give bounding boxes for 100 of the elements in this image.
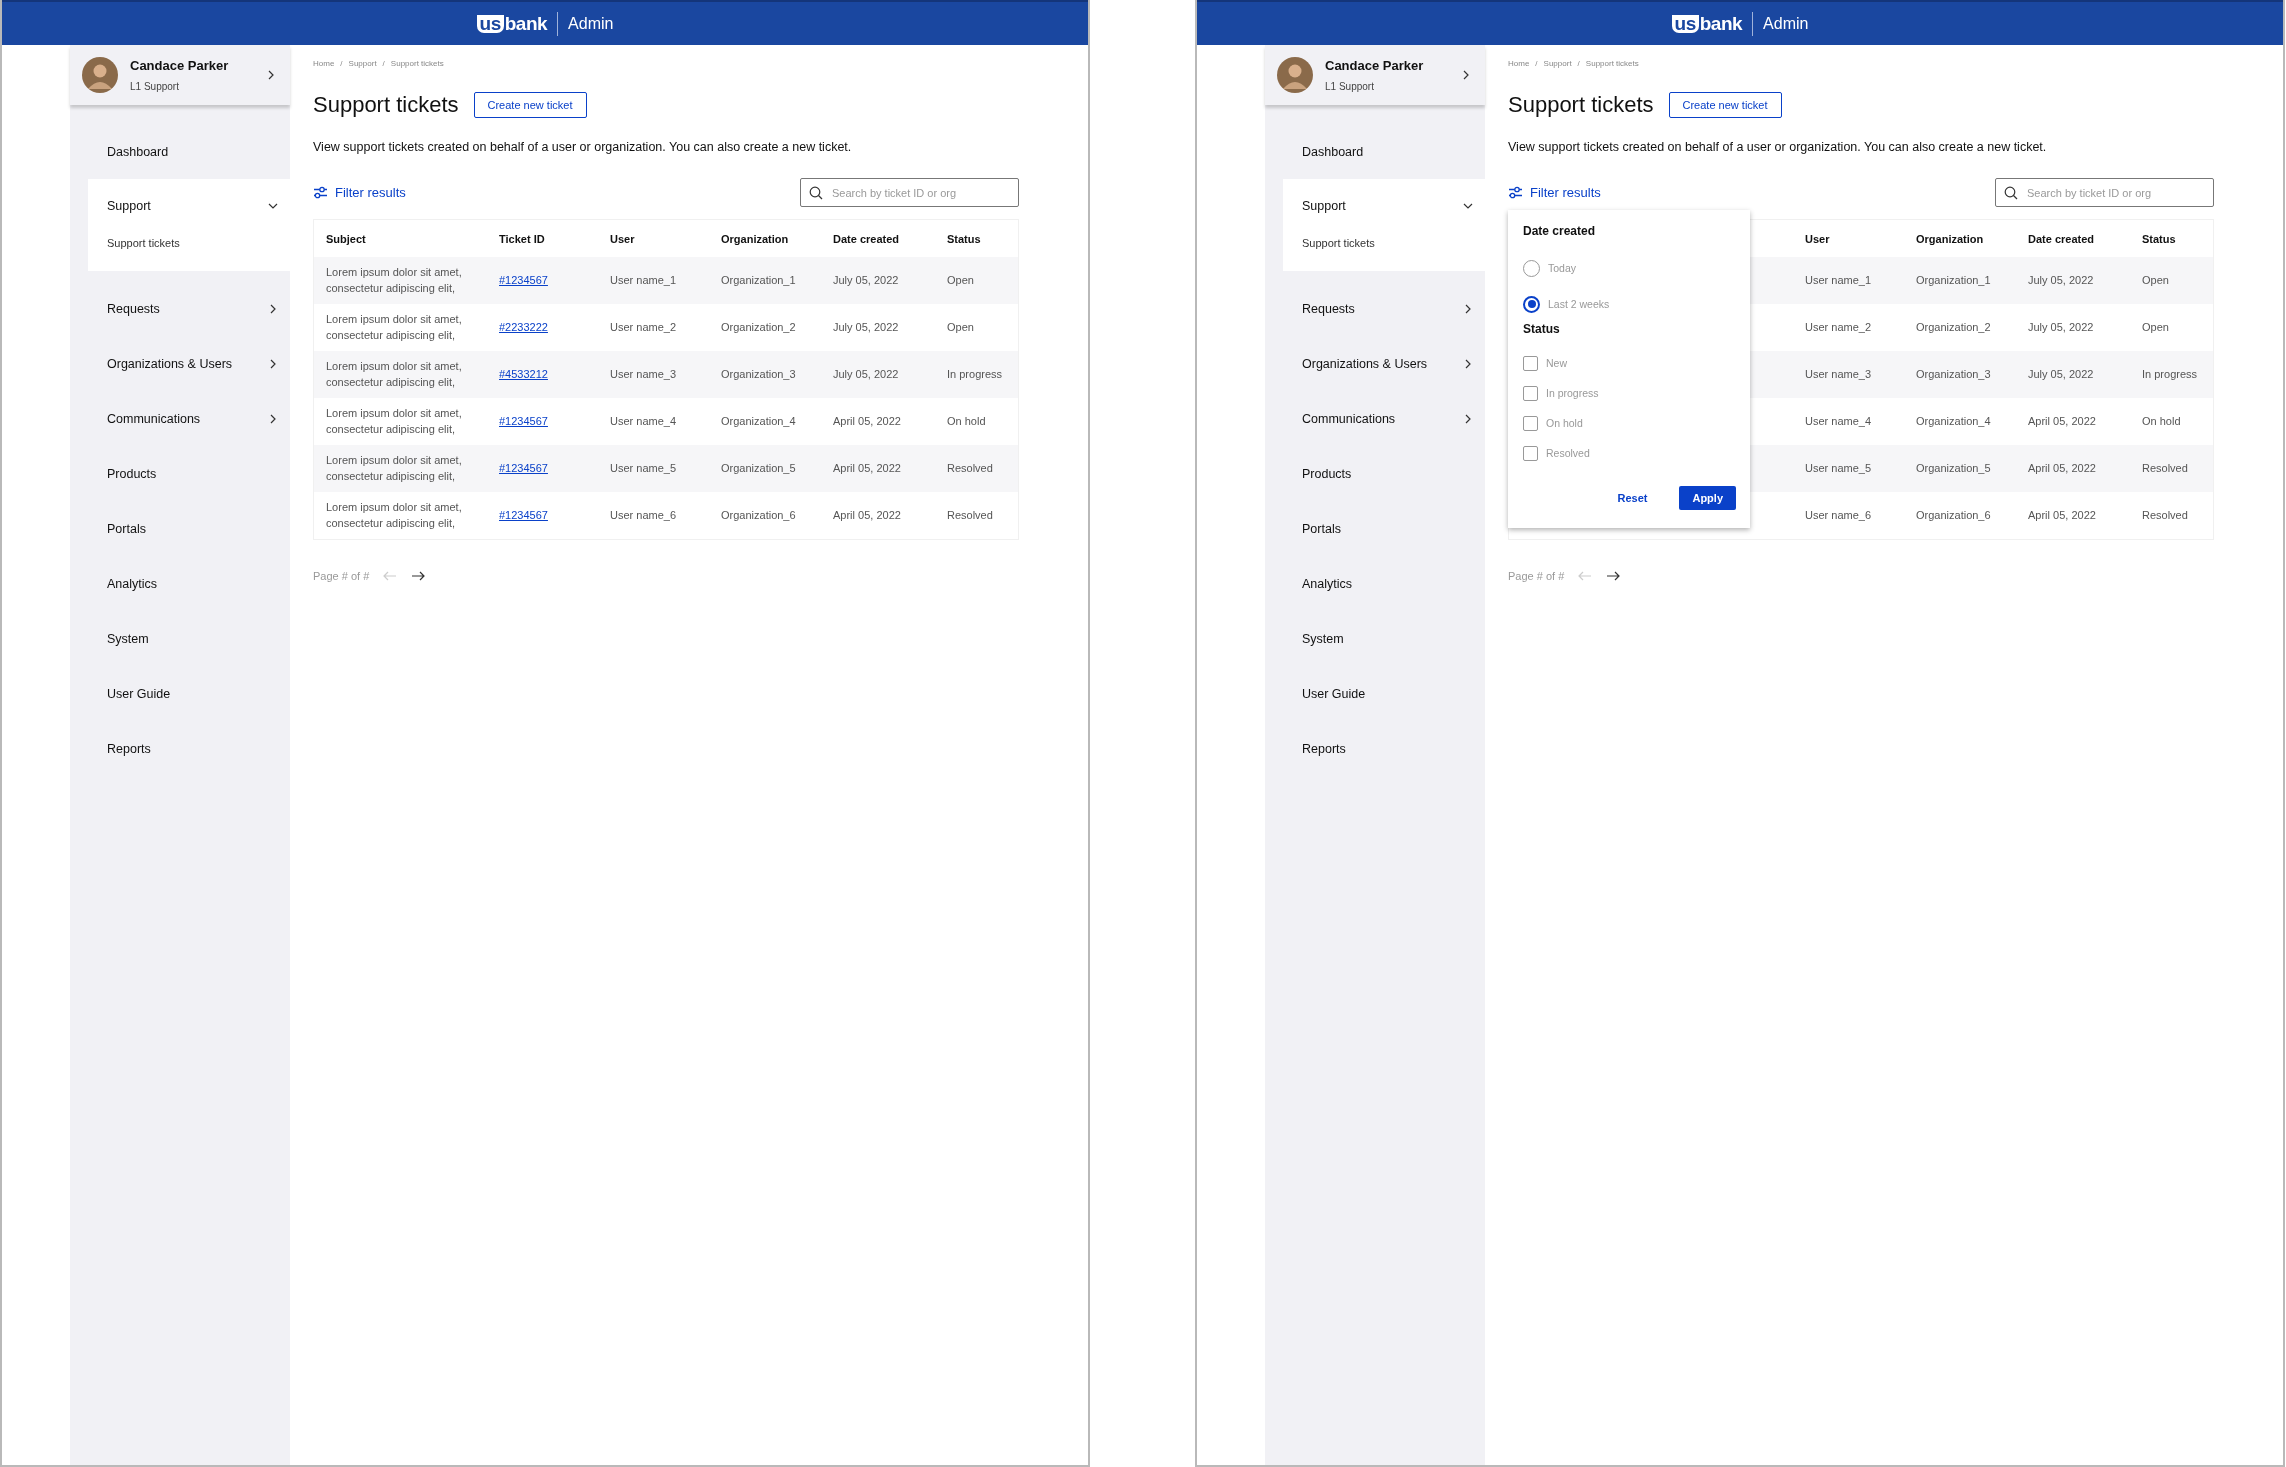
sliders-icon	[313, 186, 328, 199]
nav-item[interactable]: System	[70, 611, 290, 666]
table-cell-text: April 05, 2022	[2028, 507, 2096, 523]
nav-item[interactable]: Reports	[70, 721, 290, 776]
nav-item[interactable]: Support	[107, 199, 278, 213]
breadcrumb-separator: /	[382, 59, 385, 68]
profile-role: L1 Support	[1325, 81, 1375, 92]
create-ticket-button[interactable]: Create new ticket	[473, 92, 587, 118]
column-header: Date created	[832, 231, 901, 247]
column-header: Status	[2141, 231, 2177, 247]
breadcrumb-item[interactable]: Home	[313, 59, 335, 68]
option-label: Resolved	[1546, 447, 1590, 459]
nav-item[interactable]: System	[1265, 611, 1485, 666]
chevron-right-icon	[1463, 413, 1473, 424]
logo[interactable]: us bank	[1671, 12, 1743, 35]
nav-item[interactable]: Analytics	[1265, 556, 1485, 611]
apply-button[interactable]: Apply	[1679, 486, 1736, 510]
table-cell-text: Organization_5	[721, 460, 796, 476]
nav-item[interactable]: Dashboard	[1265, 124, 1485, 179]
table-cell-text: April 05, 2022	[833, 413, 901, 429]
ticket-id-link[interactable]: #1234567	[499, 272, 548, 289]
profile-card[interactable]: Candace Parker L1 Support	[1265, 45, 1485, 105]
table-cell-text: Lorem ipsum dolor sit amet, consectetur adipiscing elit,	[326, 311, 463, 343]
logo[interactable]: us bank	[476, 12, 548, 35]
table-cell-text: Organization_5	[1916, 460, 1991, 476]
nav-subitem[interactable]: Support tickets	[1302, 237, 1473, 249]
nav-item[interactable]: Support	[1302, 199, 1473, 213]
page-description: View support tickets created on behalf of a user or organization. You can also create a new ticket.	[1508, 140, 2048, 154]
profile-role: L1 Support	[130, 81, 180, 92]
search-field[interactable]: Search by ticket ID or org	[1995, 178, 2214, 207]
table-cell-text: April 05, 2022	[2028, 460, 2096, 476]
nav-item[interactable]: Communications	[70, 391, 290, 446]
nav-item[interactable]: Portals	[1265, 501, 1485, 556]
table-cell-text: April 05, 2022	[833, 507, 901, 523]
nav-item[interactable]: Communications	[1265, 391, 1485, 446]
nav-item[interactable]: Reports	[1265, 721, 1485, 776]
column-header: Ticket ID	[498, 231, 546, 247]
checkbox[interactable]	[1523, 385, 1538, 401]
breadcrumb-item[interactable]: Support tickets	[390, 59, 444, 68]
avatar-icon	[1277, 57, 1313, 93]
nav-item[interactable]: Organizations & Users	[1265, 336, 1485, 391]
table-cell-text: In progress	[2142, 366, 2198, 382]
chevron-right-icon	[268, 303, 278, 314]
nav-item[interactable]: Dashboard	[70, 124, 290, 179]
table-cell-text: Organization_2	[1916, 319, 1991, 335]
breadcrumb-item[interactable]: Support	[348, 59, 377, 68]
search-icon	[2004, 186, 2018, 200]
app-title: Admin	[1763, 14, 1809, 33]
ticket-id-link[interactable]: #4533212	[499, 366, 548, 383]
breadcrumb-item[interactable]: Support	[1543, 59, 1572, 68]
table-cell-text: User name_6	[1805, 507, 1872, 523]
nav-item[interactable]: User Guide	[70, 666, 290, 721]
table-cell-text: User name_5	[1805, 460, 1872, 476]
sliders-icon	[1508, 186, 1523, 199]
checkbox[interactable]	[1523, 415, 1538, 431]
ticket-id-link[interactable]: #1234567	[499, 460, 548, 477]
radio-button[interactable]	[1523, 295, 1540, 313]
column-header: Organization	[720, 231, 790, 247]
table-cell-text: Open	[2142, 272, 2169, 288]
table-cell-text: Organization_1	[721, 272, 796, 288]
nav-item[interactable]: User Guide	[1265, 666, 1485, 721]
ticket-id-link[interactable]: #1234567	[499, 413, 548, 430]
search-field[interactable]: Search by ticket ID or org	[800, 178, 1019, 207]
table-cell-text: User name_3	[610, 366, 677, 382]
filter-section-title: Date created	[1523, 224, 1597, 238]
page-indicator: Page # of #	[313, 570, 370, 582]
chevron-right-icon	[1463, 358, 1473, 369]
table-cell-text: Open	[2142, 319, 2169, 335]
filter-link[interactable]: Filter results	[1508, 185, 1601, 200]
nav-item[interactable]: Products	[70, 446, 290, 501]
arrow-right-icon[interactable]	[411, 571, 426, 581]
nav-item[interactable]: Portals	[70, 501, 290, 556]
nav-item[interactable]: Requests	[70, 281, 290, 336]
option-label: New	[1546, 357, 1567, 369]
column-header: User	[609, 231, 636, 247]
reset-button[interactable]: Reset	[1611, 491, 1654, 505]
nav-item[interactable]: Organizations & Users	[70, 336, 290, 391]
nav-item[interactable]: Products	[1265, 446, 1485, 501]
filter-link[interactable]: Filter results	[313, 185, 406, 200]
nav-subitem[interactable]: Support tickets	[107, 237, 278, 249]
breadcrumb-item[interactable]: Home	[1508, 59, 1530, 68]
table-cell-text: User name_6	[610, 507, 677, 523]
table-cell-text: Organization_4	[1916, 413, 1991, 429]
column-header: Status	[946, 231, 982, 247]
chevron-down-icon	[268, 201, 278, 211]
table-cell-text: July 05, 2022	[833, 319, 899, 335]
breadcrumb-item[interactable]: Support tickets	[1585, 59, 1639, 68]
nav-item[interactable]: Requests	[1265, 281, 1485, 336]
arrow-right-icon[interactable]	[1606, 571, 1621, 581]
create-ticket-button[interactable]: Create new ticket	[1668, 92, 1782, 118]
page-description: View support tickets created on behalf of a user or organization. You can also create a new ticket.	[313, 140, 853, 154]
table-cell-text: Open	[947, 319, 974, 335]
profile-card[interactable]: Candace Parker L1 Support	[70, 45, 290, 105]
ticket-id-link[interactable]: #1234567	[499, 507, 548, 524]
checkbox[interactable]	[1523, 355, 1538, 371]
ticket-id-link[interactable]: #2233222	[499, 319, 548, 336]
chevron-right-icon	[268, 413, 278, 424]
table-cell-text: Organization_3	[1916, 366, 1991, 382]
nav-item[interactable]: Analytics	[70, 556, 290, 611]
checkbox[interactable]	[1523, 445, 1538, 461]
